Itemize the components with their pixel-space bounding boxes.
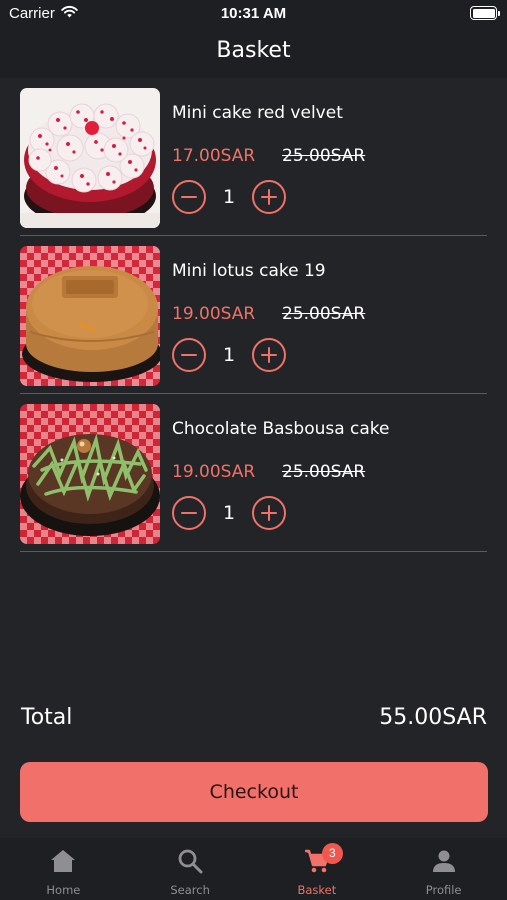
tab-label: Profile — [425, 883, 462, 897]
tab-label: Basket — [297, 883, 337, 897]
cart-count-badge: 3 — [321, 843, 343, 864]
quantity-value: 1 — [222, 502, 236, 524]
quantity-stepper: 1 — [172, 495, 286, 531]
tab-label: Search — [170, 883, 210, 897]
increase-quantity-button[interactable] — [252, 338, 286, 372]
navigation-bar: Basket — [0, 28, 507, 78]
decrease-quantity-button[interactable] — [172, 496, 206, 530]
quantity-stepper: 1 — [172, 179, 286, 215]
red-velvet-cake-photo — [20, 88, 160, 228]
decrease-quantity-button[interactable] — [172, 180, 206, 214]
minus-icon — [181, 353, 197, 357]
status-bar: Carrier 10:31 AM — [0, 0, 507, 28]
increase-quantity-button[interactable] — [252, 496, 286, 530]
tab-home[interactable]: Home — [0, 838, 127, 900]
home-icon — [50, 848, 76, 874]
basket-screen: Carrier 10:31 AM Basket Mini cake red ve… — [0, 0, 507, 900]
quantity-stepper: 1 — [172, 337, 286, 373]
item-old-price: 25.00SAR — [282, 462, 366, 482]
tab-basket[interactable]: 3 Basket — [254, 838, 381, 900]
item-name: Mini cake red velvet — [172, 103, 343, 123]
tab-profile[interactable]: Profile — [380, 838, 507, 900]
checkout-button[interactable]: Checkout — [20, 762, 488, 822]
page-title: Basket — [216, 38, 291, 63]
item-name: Mini lotus cake 19 — [172, 261, 326, 281]
chocolate-basbousa-cake-photo — [20, 404, 160, 544]
basket-item: Mini lotus cake 19 19.00SAR 25.00SAR 1 — [20, 236, 487, 394]
basket-list: Mini cake red velvet 17.00SAR 25.00SAR 1 — [0, 78, 507, 552]
quantity-value: 1 — [222, 344, 236, 366]
minus-icon — [181, 195, 197, 199]
status-time: 10:31 AM — [220, 5, 287, 22]
increase-quantity-button[interactable] — [252, 180, 286, 214]
tab-label: Home — [46, 883, 81, 897]
battery-icon — [470, 6, 500, 20]
search-icon — [177, 848, 203, 874]
minus-icon — [181, 511, 197, 515]
item-price: 19.00SAR — [172, 462, 256, 482]
quantity-value: 1 — [222, 186, 236, 208]
total-value: 55.00SAR — [379, 705, 487, 730]
item-price: 19.00SAR — [172, 304, 256, 324]
item-old-price: 25.00SAR — [282, 146, 366, 166]
decrease-quantity-button[interactable] — [172, 338, 206, 372]
item-name: Chocolate Basbousa cake — [172, 419, 390, 439]
lotus-cake-photo — [20, 246, 160, 386]
person-icon — [431, 848, 457, 874]
basket-item: Mini cake red velvet 17.00SAR 25.00SAR 1 — [20, 78, 487, 236]
total-label: Total — [21, 705, 73, 730]
item-price: 17.00SAR — [172, 146, 256, 166]
tab-search[interactable]: Search — [127, 838, 254, 900]
tab-bar: Home Search 3 Basket Profile — [0, 838, 507, 900]
item-old-price: 25.00SAR — [282, 304, 366, 324]
basket-item: Chocolate Basbousa cake 19.00SAR 25.00SA… — [20, 394, 487, 552]
